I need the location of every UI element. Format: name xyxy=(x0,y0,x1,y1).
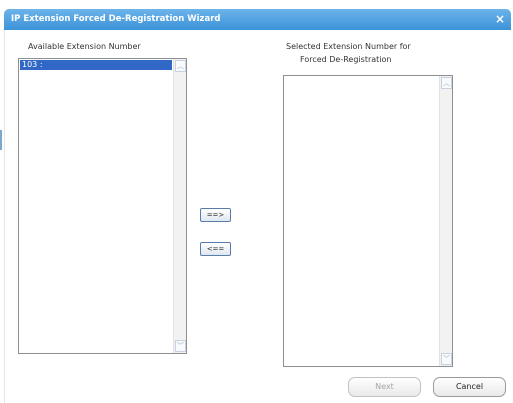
dialog-left-border xyxy=(4,30,5,403)
available-extension-list[interactable]: 103 : ︿ ﹀ xyxy=(18,58,187,354)
selected-list-scrollbar[interactable]: ︿ ﹀ xyxy=(439,76,452,366)
available-list-scrollbar[interactable]: ︿ ﹀ xyxy=(173,59,186,353)
background-window-edge xyxy=(0,130,2,150)
available-extension-header: Available Extension Number xyxy=(28,42,141,51)
add-extension-button[interactable]: ==> xyxy=(200,208,231,222)
remove-extension-button[interactable]: <== xyxy=(200,242,231,256)
selected-extension-header-line1: Selected Extension Number for xyxy=(286,42,411,51)
dialog-title: IP Extension Forced De-Registration Wiza… xyxy=(11,14,221,24)
chevron-down-icon[interactable]: ﹀ xyxy=(175,340,186,352)
chevron-down-icon[interactable]: ﹀ xyxy=(441,353,452,365)
chevron-up-icon[interactable]: ︿ xyxy=(441,77,452,89)
selected-extension-header-line2: Forced De-Registration xyxy=(300,55,392,64)
close-icon[interactable]: × xyxy=(494,12,506,26)
chevron-up-icon[interactable]: ︿ xyxy=(175,60,186,72)
next-button[interactable]: Next xyxy=(348,377,421,397)
selected-extension-list[interactable]: ︿ ﹀ xyxy=(283,75,453,367)
cancel-button[interactable]: Cancel xyxy=(433,377,506,397)
dialog-title-bar[interactable]: IP Extension Forced De-Registration Wiza… xyxy=(4,9,511,30)
list-item[interactable]: 103 : xyxy=(20,60,172,70)
